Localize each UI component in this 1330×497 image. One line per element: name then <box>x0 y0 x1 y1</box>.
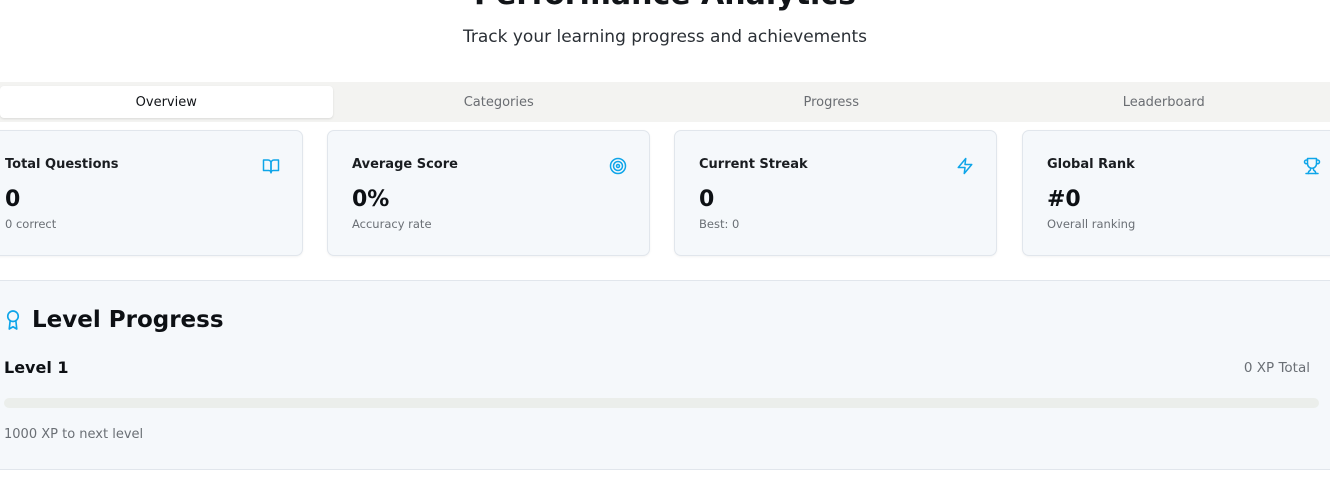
stat-subtext: Overall ranking <box>1047 217 1136 231</box>
stat-label: Global Rank <box>1047 157 1135 172</box>
stat-label: Average Score <box>352 157 458 172</box>
trophy-icon <box>1303 157 1321 175</box>
xp-total: 0 XP Total <box>1243 360 1310 376</box>
stat-value: #0 <box>1047 187 1081 212</box>
stat-value: 0 <box>699 187 715 212</box>
stat-value: 0% <box>352 187 390 212</box>
tab-list: Overview Categories Progress Leaderboard <box>0 82 1330 122</box>
award-icon <box>6 310 20 330</box>
current-level-label: Level 1 <box>4 358 69 377</box>
zap-icon <box>957 157 973 175</box>
tab-categories[interactable]: Categories <box>333 86 666 118</box>
stat-card-average-score: Average Score 0% Accuracy rate <box>327 130 650 256</box>
target-icon <box>609 157 627 175</box>
stat-card-total-questions: Total Questions 0 0 correct <box>0 130 303 256</box>
book-open-icon <box>262 159 280 174</box>
stat-subtext: Accuracy rate <box>352 217 432 231</box>
page-subtitle: Track your learning progress and achieve… <box>462 27 867 47</box>
stat-card-global-rank: Global Rank #0 Overall ranking <box>1022 130 1330 256</box>
stat-subtext: Best: 0 <box>699 217 740 231</box>
level-progress-card: Level Progress Level 1 0 XP Total 1000 X… <box>0 280 1330 470</box>
stat-card-current-streak: Current Streak 0 Best: 0 <box>674 130 997 256</box>
stat-label: Current Streak <box>699 157 808 172</box>
stat-subtext: 0 correct <box>5 217 57 231</box>
page-title: Performance Analytics <box>0 0 1330 10</box>
tab-overview[interactable]: Overview <box>0 86 333 118</box>
level-progress-heading: Level Progress <box>4 307 224 333</box>
xp-to-next-level: 1000 XP to next level <box>4 427 144 442</box>
xp-progress-bar <box>4 398 1319 408</box>
tab-leaderboard[interactable]: Leaderboard <box>998 86 1330 118</box>
tab-progress[interactable]: Progress <box>665 86 998 118</box>
level-progress-title: Level Progress <box>32 307 224 333</box>
stat-value: 0 <box>5 187 21 212</box>
stat-label: Total Questions <box>5 157 119 172</box>
